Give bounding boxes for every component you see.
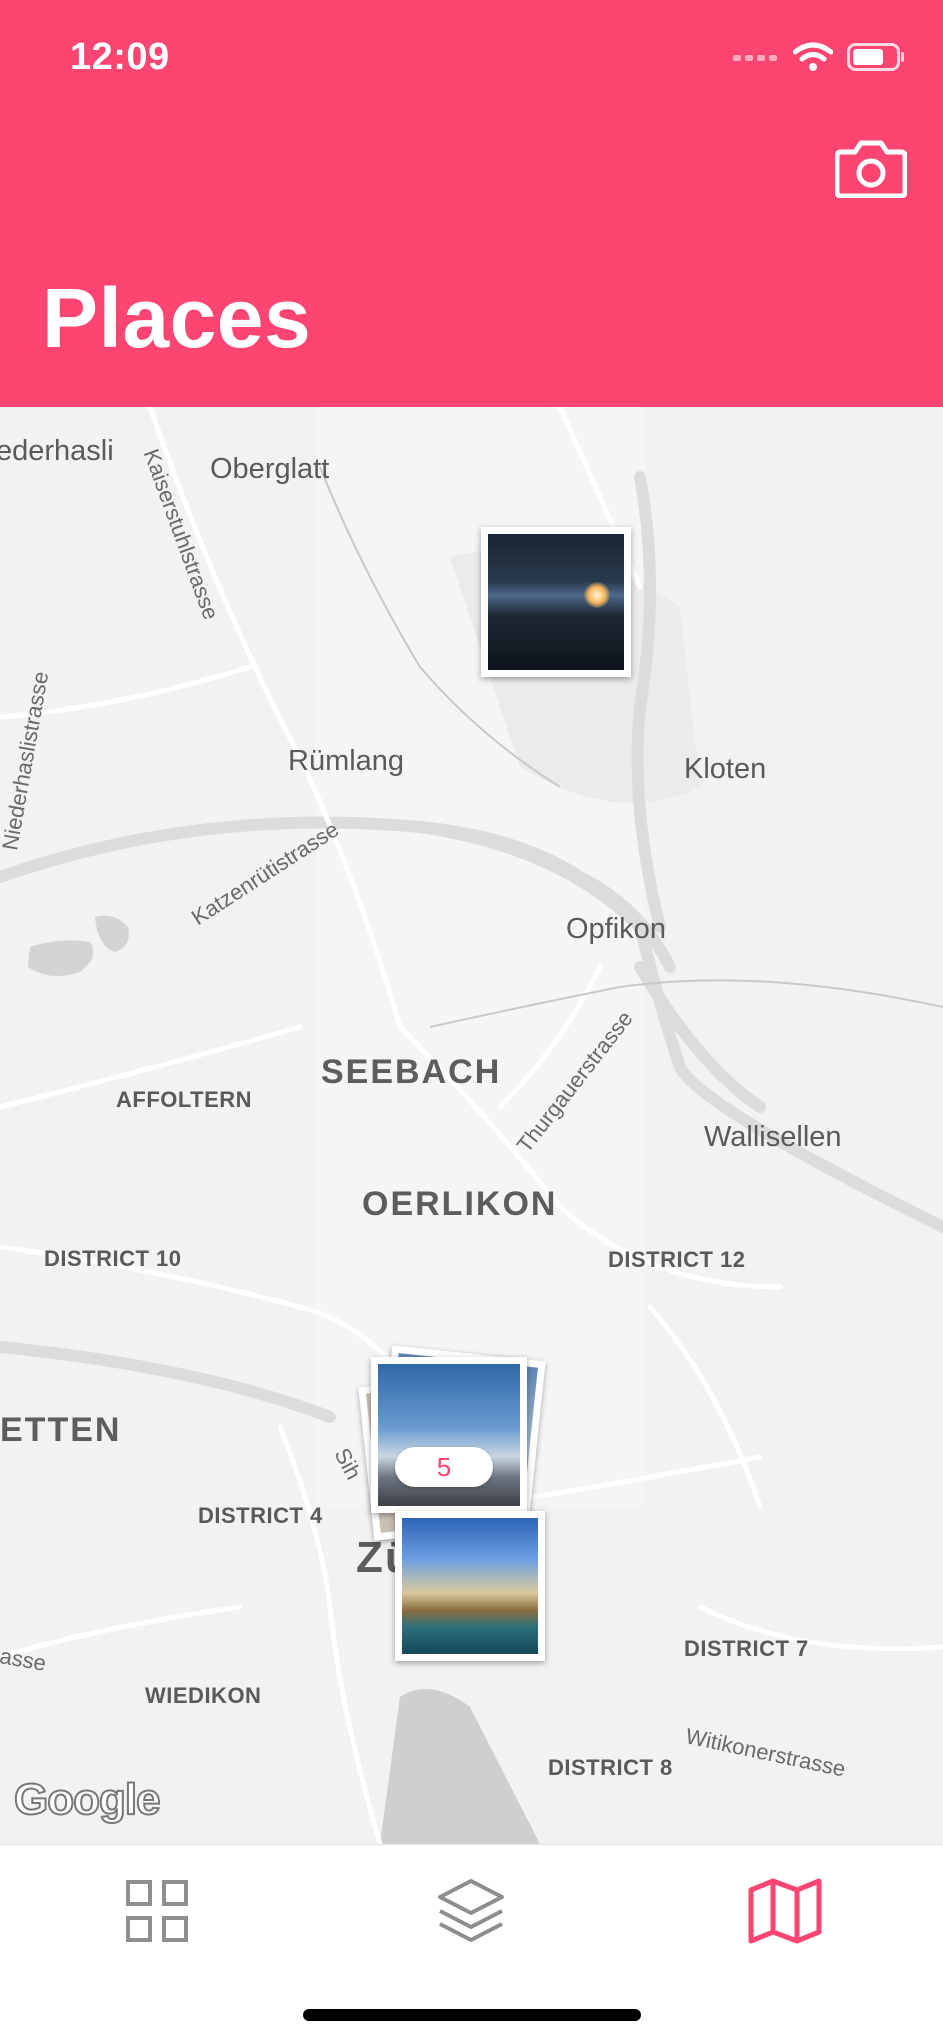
photo-thumbnail xyxy=(488,534,624,670)
camera-icon xyxy=(834,140,908,199)
photo-thumbnail xyxy=(402,1518,538,1654)
map-label-district: DISTRICT 7 xyxy=(684,1636,809,1661)
tab-bar xyxy=(0,1844,943,2043)
google-logo: Google xyxy=(13,1774,162,1825)
map-label-district: DISTRICT 12 xyxy=(608,1247,746,1272)
status-icons xyxy=(733,42,905,72)
map-label-district: OERLIKON xyxy=(362,1185,558,1223)
status-time: 12:09 xyxy=(70,36,170,78)
camera-button[interactable] xyxy=(834,138,908,203)
map-label-town: Wallisellen xyxy=(704,1121,842,1153)
app-header: 12:09 Places xyxy=(0,0,943,407)
tab-layers[interactable] xyxy=(431,1871,511,1951)
home-indicator xyxy=(303,2009,641,2021)
map-view[interactable]: ederhasli Oberglatt Rümlang Kloten Opfik… xyxy=(0,407,943,1844)
map-label-town: Opfikon xyxy=(566,913,666,945)
photo-marker[interactable] xyxy=(395,1511,545,1661)
tab-grid[interactable] xyxy=(117,1871,197,1951)
photo-cluster-marker[interactable] xyxy=(371,1357,527,1513)
map-label-district: SEEBACH xyxy=(321,1053,502,1091)
map-label-district: DISTRICT 10 xyxy=(44,1246,182,1271)
tab-map[interactable] xyxy=(745,1871,825,1951)
map-label-district: ETTEN xyxy=(0,1411,122,1449)
battery-icon xyxy=(847,43,904,71)
map-icon xyxy=(748,1878,822,1944)
map-label-town: ederhasli xyxy=(0,435,114,467)
page-title: Places xyxy=(42,271,312,365)
map-label-town: Kloten xyxy=(684,753,767,785)
map-label-town: Rümlang xyxy=(288,745,405,777)
map-label-district: DISTRICT 4 xyxy=(198,1503,323,1528)
signal-icon xyxy=(733,55,777,61)
map-label-district: WIEDIKON xyxy=(145,1683,262,1708)
map-label-district: AFFOLTERN xyxy=(116,1087,253,1112)
map-label-town: Oberglatt xyxy=(210,453,330,485)
grid-icon xyxy=(126,1880,188,1942)
photo-marker[interactable] xyxy=(481,527,631,677)
cluster-count-badge: 5 xyxy=(395,1447,493,1487)
layers-icon xyxy=(438,1879,504,1942)
wifi-icon xyxy=(793,42,833,71)
map-label-district: DISTRICT 8 xyxy=(548,1755,673,1780)
